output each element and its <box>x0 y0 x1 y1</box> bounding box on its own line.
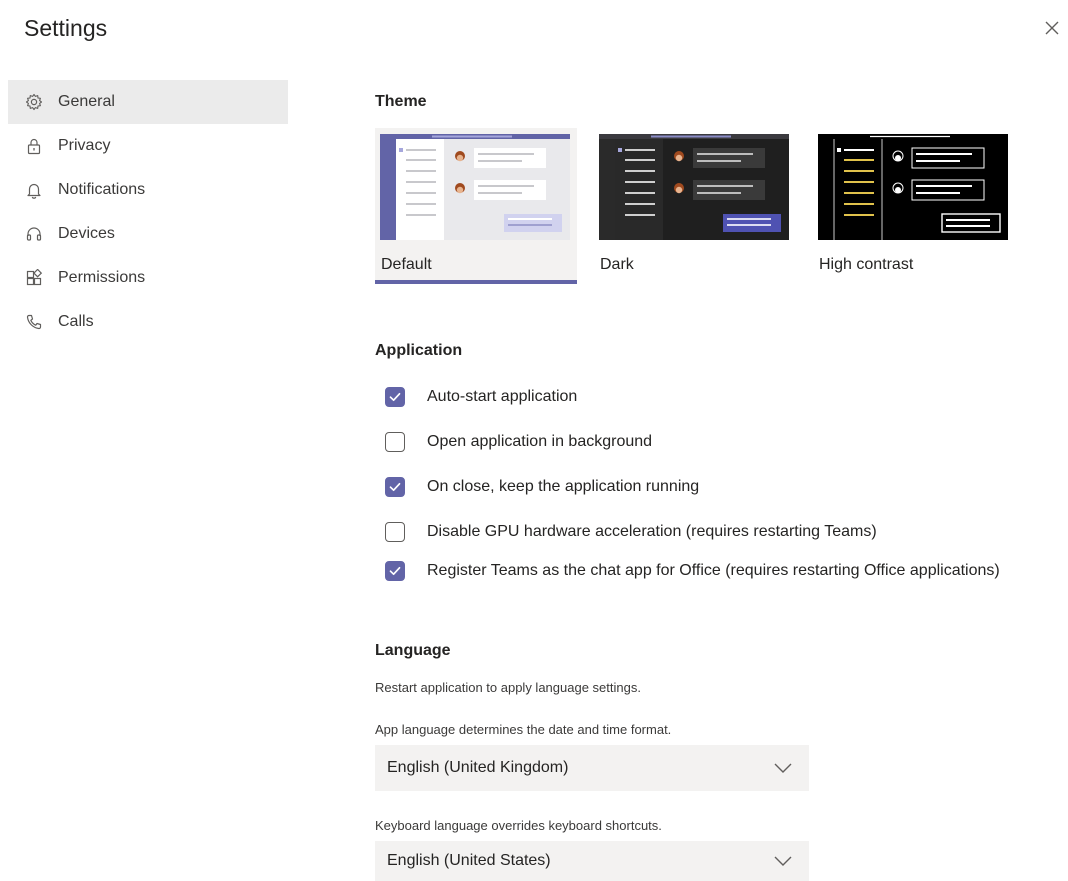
theme-heading: Theme <box>375 93 427 110</box>
headset-icon <box>24 224 44 244</box>
theme-option-label: High contrast <box>819 256 914 273</box>
theme-option-high-contrast[interactable]: High contrast <box>813 128 1015 284</box>
sidebar-item-privacy[interactable]: Privacy <box>8 124 288 168</box>
keyboard-language-value: English (United States) <box>387 852 551 869</box>
theme-option-dark[interactable]: Dark <box>594 128 796 284</box>
auto-start-label: Auto-start application <box>427 388 578 405</box>
register-chat-app-checkbox-row[interactable]: Register Teams as the chat app for Offic… <box>385 558 1017 584</box>
language-heading: Language <box>375 642 451 659</box>
sidebar-item-notifications[interactable]: Notifications <box>8 168 288 212</box>
settings-sidebar: General Privacy Notifications Devices Pe… <box>8 80 288 344</box>
sidebar-item-calls[interactable]: Calls <box>8 300 288 344</box>
lock-icon <box>24 136 44 156</box>
theme-option-default[interactable]: Default <box>375 128 577 284</box>
app-language-value: English (United Kingdom) <box>387 759 569 776</box>
chevron-down-icon <box>774 763 792 773</box>
language-restart-note: Restart application to apply language se… <box>375 680 641 695</box>
keyboard-language-dropdown[interactable]: English (United States) <box>375 841 809 881</box>
register-chat-app-label: Register Teams as the chat app for Offic… <box>427 562 1000 579</box>
keep-running-checkbox-row[interactable]: On close, keep the application running <box>385 477 699 500</box>
dark-theme-preview <box>599 134 789 240</box>
checkmark-icon <box>389 566 401 576</box>
open-in-background-checkbox-row[interactable]: Open application in background <box>385 432 652 455</box>
sidebar-item-permissions[interactable]: Permissions <box>8 256 288 300</box>
sidebar-item-label: Privacy <box>58 137 111 154</box>
close-button[interactable] <box>1043 19 1061 37</box>
high-contrast-theme-preview <box>818 134 1008 240</box>
open-in-background-label: Open application in background <box>427 433 653 450</box>
keep-running-label: On close, keep the application running <box>427 478 700 495</box>
app-language-note: App language determines the date and tim… <box>375 722 672 737</box>
gear-icon <box>24 92 44 112</box>
sidebar-item-label: Calls <box>58 313 94 330</box>
open-in-background-checkbox[interactable] <box>385 432 405 452</box>
disable-gpu-checkbox[interactable] <box>385 522 405 542</box>
sidebar-item-label: Permissions <box>58 269 146 286</box>
checkmark-icon <box>389 482 401 492</box>
sidebar-item-label: Notifications <box>58 181 146 198</box>
application-heading: Application <box>375 342 463 359</box>
sidebar-item-general[interactable]: General <box>8 80 288 124</box>
app-language-dropdown[interactable]: English (United Kingdom) <box>375 745 809 791</box>
page-title: Settings <box>24 15 108 41</box>
checkmark-icon <box>389 392 401 402</box>
default-theme-preview <box>380 134 570 240</box>
theme-option-label: Dark <box>600 256 634 273</box>
register-chat-app-checkbox[interactable] <box>385 561 405 581</box>
keyboard-language-note: Keyboard language overrides keyboard sho… <box>375 818 662 833</box>
keep-running-checkbox[interactable] <box>385 477 405 497</box>
bell-icon <box>24 180 44 200</box>
sidebar-item-label: Devices <box>58 225 115 242</box>
disable-gpu-checkbox-row[interactable]: Disable GPU hardware acceleration (requi… <box>385 522 877 545</box>
disable-gpu-label: Disable GPU hardware acceleration (requi… <box>427 523 877 540</box>
auto-start-checkbox[interactable] <box>385 387 405 407</box>
sidebar-item-label: General <box>58 93 115 110</box>
sidebar-item-devices[interactable]: Devices <box>8 212 288 256</box>
auto-start-checkbox-row[interactable]: Auto-start application <box>385 387 577 410</box>
chevron-down-icon <box>774 856 792 866</box>
apps-icon <box>24 268 44 288</box>
theme-option-label: Default <box>381 256 432 273</box>
phone-icon <box>24 312 44 332</box>
close-icon <box>1045 21 1059 35</box>
